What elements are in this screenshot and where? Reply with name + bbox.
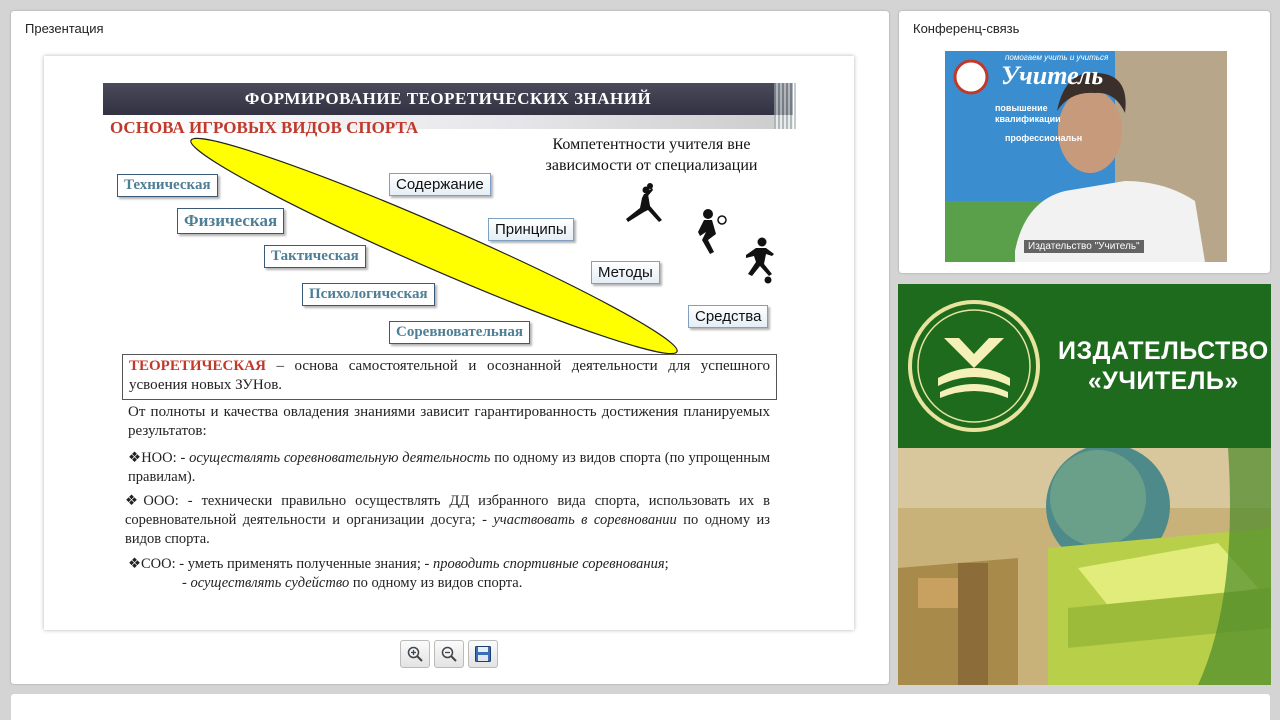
label-psychological: Психологическая (302, 283, 435, 306)
label-methods: Методы (591, 261, 660, 284)
theory-definition-box: ТЕОРЕТИЧЕСКАЯ – основа самостоятельной и… (122, 354, 777, 400)
conference-panel: Конференц-связь помогаем учить и учиться… (899, 11, 1270, 273)
noo-italic: осуществлять соревновательную деятельнос… (189, 450, 491, 466)
slide-toolbar (400, 640, 498, 668)
ooo-italic: участвовать в соревновании (493, 512, 677, 528)
conference-panel-title: Конференц-связь (913, 21, 1020, 36)
zoom-out-button[interactable] (434, 640, 464, 668)
publisher-name-line1: ИЗДАТЕЛЬСТВО (1058, 337, 1269, 365)
label-competitive: Соревновательная (389, 321, 531, 344)
zoom-in-button[interactable] (400, 640, 430, 668)
presentation-panel: Презентация ФОРМИРОВАНИЕ ТЕОРЕТИЧЕСКИХ З… (11, 11, 889, 684)
video-stream[interactable]: помогаем учить и учиться Учитель повышен… (945, 51, 1227, 262)
banner-brand: Учитель (1001, 61, 1104, 90)
football-player-icon (746, 237, 774, 284)
soo-paragraph: ❖СОО: - уметь применять полученные знани… (128, 555, 770, 574)
zoom-out-icon (441, 646, 457, 662)
zoom-in-icon (407, 646, 423, 662)
soo-paragraph-2: - осуществлять судейство по одному из ви… (182, 574, 770, 593)
slide-header: ФОРМИРОВАНИЕ ТЕОРЕТИЧЕСКИХ ЗНАНИЙ (103, 83, 793, 115)
label-principles: Принципы (488, 218, 574, 241)
publisher-name-line2: «УЧИТЕЛЬ» (1087, 367, 1239, 395)
publisher-name: ИЗДАТЕЛЬСТВО «УЧИТЕЛЬ» (1058, 336, 1269, 396)
label-means: Средства (688, 305, 769, 328)
soo-rest: ; (664, 556, 669, 572)
publisher-books-image (898, 444, 1271, 685)
basketball-player-icon (626, 183, 662, 222)
save-icon (475, 646, 491, 662)
soo-label: ❖СОО: - уметь применять полученные знани… (128, 556, 433, 572)
noo-label: ❖НОО: - (128, 450, 190, 466)
bottom-panel (11, 694, 1270, 720)
ooo-paragraph: ❖ООО: - технически правильно осуществлят… (125, 492, 770, 549)
volleyball-player-icon (698, 209, 727, 254)
publisher-banner: ИЗДАТЕЛЬСТВО «УЧИТЕЛЬ» (898, 284, 1271, 448)
video-caption: Издательство "Учитель" (1024, 240, 1144, 253)
banner-item-2: профессиональн (1005, 133, 1083, 143)
intro-paragraph: От полноты и качества овладения знаниями… (128, 404, 770, 439)
soo-italic: проводить спортивные соревнования (432, 556, 665, 572)
publisher-panel: ИЗДАТЕЛЬСТВО «УЧИТЕЛЬ» (898, 284, 1271, 685)
label-technical: Техническая (117, 174, 218, 197)
label-content: Содержание (389, 173, 491, 196)
noo-paragraph: ❖НОО: - осуществлять соревновательную де… (128, 449, 770, 487)
theory-keyword: ТЕОРЕТИЧЕСКАЯ (129, 358, 266, 374)
publisher-logo-icon (908, 300, 1040, 432)
banner-item-1: повышение квалификации (995, 103, 1061, 124)
label-physical: Физическая (177, 208, 285, 234)
soo2-rest: по одному из видов спорта. (349, 575, 523, 591)
header-decor-stripes (774, 83, 798, 129)
presentation-panel-title: Презентация (25, 21, 104, 36)
slide-subtitle: ОСНОВА ИГРОВЫХ ВИДОВ СПОРТА (110, 118, 419, 137)
soo2-italic: осуществлять судейство (190, 575, 350, 591)
save-button[interactable] (468, 640, 498, 668)
slide: ФОРМИРОВАНИЕ ТЕОРЕТИЧЕСКИХ ЗНАНИЙ ОСНОВА… (44, 56, 854, 630)
books-globe-illustration (898, 444, 1271, 685)
label-tactical: Тактическая (264, 245, 366, 268)
